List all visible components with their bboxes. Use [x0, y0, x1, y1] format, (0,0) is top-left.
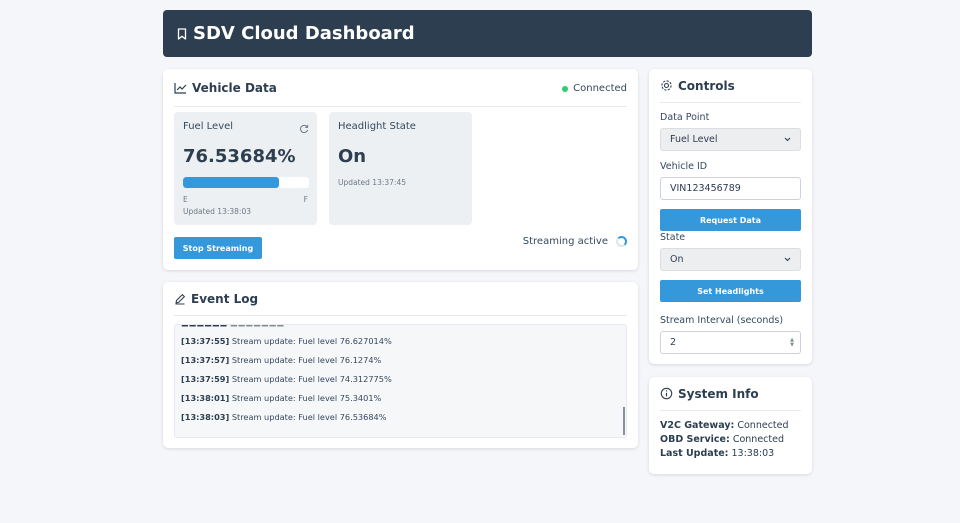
info-last-update: Last Update: 13:38:03: [660, 448, 775, 459]
log-scrollbar[interactable]: [623, 407, 625, 435]
bookmark-icon: [177, 27, 187, 40]
vehicle-id-label: Vehicle ID: [660, 161, 708, 172]
pencil-icon: [174, 293, 186, 305]
stream-interval-input[interactable]: 2 ▲ ▼: [660, 331, 801, 354]
app-header: SDV Cloud Dashboard: [163, 10, 812, 57]
state-select[interactable]: On: [660, 248, 801, 271]
log-entry: [13:38:01] Stream update: Fuel level 75.…: [181, 393, 382, 403]
event-log-title: Event Log: [191, 291, 259, 306]
system-info-title: System Info: [678, 386, 759, 401]
status-dot: [562, 85, 569, 92]
controls-header: Controls: [660, 69, 801, 103]
request-data-button[interactable]: Request Data: [660, 209, 801, 231]
number-stepper[interactable]: ▲ ▼: [790, 338, 794, 348]
log-entry: [13:37:59] Stream update: Fuel level 74.…: [181, 374, 392, 384]
line-chart-icon: [174, 82, 187, 94]
data-point-label: Data Point: [660, 112, 710, 123]
headlight-updated-time: Updated 13:37:45: [338, 178, 406, 187]
system-info-header: System Info: [660, 377, 801, 411]
set-headlights-button[interactable]: Set Headlights: [660, 280, 801, 302]
fuel-level-tile: Fuel Level 76.53684% E F Updated 13:38:0…: [174, 112, 317, 225]
connection-status-text: Connected: [573, 83, 627, 94]
fuel-gauge-bar: [183, 177, 309, 188]
system-info-card: System Info V2C Gateway: Connected OBD S…: [649, 377, 812, 474]
loading-spinner-icon: [616, 236, 627, 247]
fuel-updated-time: Updated 13:38:03: [183, 207, 251, 216]
chevron-down-icon: [784, 254, 791, 265]
headlight-state-name: Headlight State: [338, 121, 416, 132]
fuel-gauge-fill: [183, 177, 280, 188]
streaming-status: Streaming active: [523, 236, 627, 247]
headlight-state-tile: Headlight State On Updated 13:37:45: [329, 112, 472, 225]
headlight-state-value: On: [338, 146, 367, 167]
controls-card: Controls Data Point Fuel Level Vehicle I…: [649, 69, 812, 364]
log-entry: [13:37:55] Stream update: Fuel level 76.…: [181, 336, 392, 346]
page-title: SDV Cloud Dashboard: [193, 23, 415, 44]
stream-interval-label: Stream Interval (seconds): [660, 315, 784, 326]
fuel-level-value: 76.53684%: [183, 146, 296, 167]
streaming-status-text: Streaming active: [522, 236, 608, 247]
log-entry: [13:38:03] Stream update: Fuel level 76.…: [181, 412, 387, 422]
fuel-level-name: Fuel Level: [183, 121, 234, 132]
fuel-empty-label: E: [183, 195, 188, 204]
event-log-card: Event Log ▬▬▬▬▬▬ ▬▬▬▬▬▬▬ [13:37:55] Stre…: [163, 282, 638, 448]
info-obd-service: OBD Service: Connected: [660, 434, 784, 445]
stream-interval-value: 2: [670, 337, 677, 348]
fuel-full-label: F: [303, 195, 308, 204]
data-point-select[interactable]: Fuel Level: [660, 128, 801, 151]
refresh-icon[interactable]: [299, 119, 309, 138]
vehicle-id-input[interactable]: VIN123456789: [660, 177, 801, 200]
stop-streaming-button[interactable]: Stop Streaming: [174, 237, 262, 259]
state-value: On: [670, 254, 684, 265]
connection-status: Connected: [562, 83, 627, 94]
log-entry-partial: ▬▬▬▬▬▬ ▬▬▬▬▬▬▬: [181, 324, 285, 329]
vehicle-data-header: Vehicle Data: [174, 69, 627, 107]
gear-icon: [660, 79, 673, 92]
controls-title: Controls: [678, 78, 735, 93]
info-icon: [660, 387, 673, 400]
info-v2c-gateway: V2C Gateway: Connected: [660, 420, 789, 431]
chevron-down-icon: [784, 134, 791, 145]
log-entry: [13:37:57] Stream update: Fuel level 76.…: [181, 355, 382, 365]
event-log-list[interactable]: ▬▬▬▬▬▬ ▬▬▬▬▬▬▬ [13:37:55] Stream update:…: [174, 324, 627, 438]
event-log-header: Event Log: [174, 282, 627, 316]
vehicle-data-title: Vehicle Data: [192, 80, 277, 95]
vehicle-data-card: Vehicle Data Connected Fuel Level 76.536…: [163, 69, 638, 270]
data-point-value: Fuel Level: [670, 134, 718, 145]
state-label: State: [660, 232, 686, 243]
